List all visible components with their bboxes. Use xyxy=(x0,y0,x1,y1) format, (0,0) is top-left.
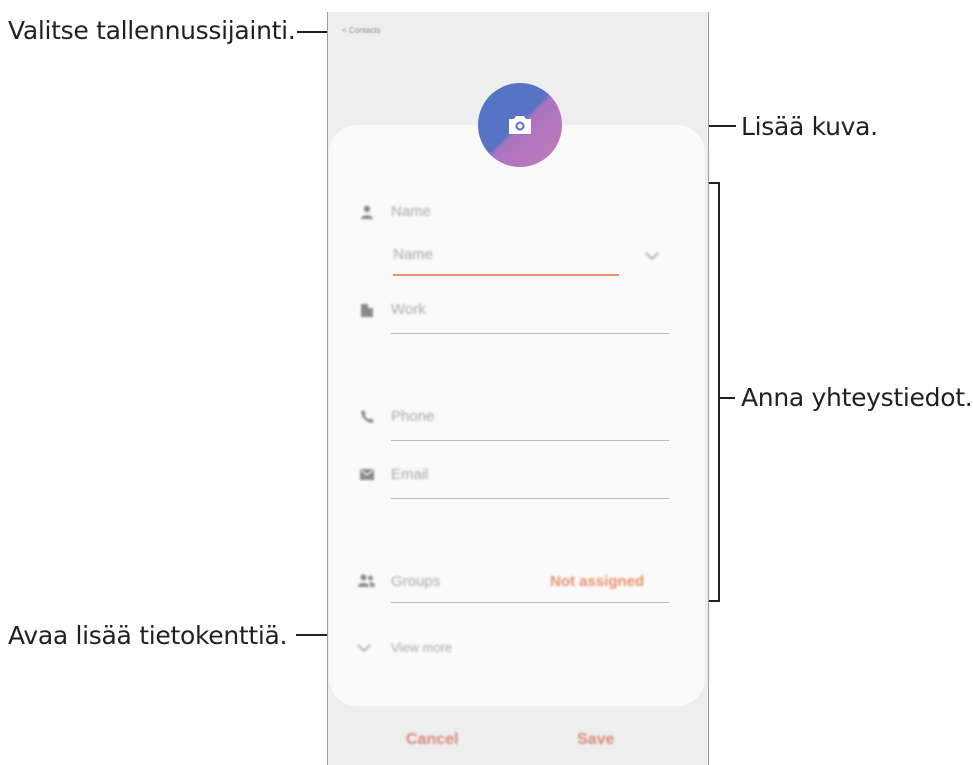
work-underline xyxy=(391,333,669,334)
groups-underline xyxy=(391,602,669,603)
phone-underline xyxy=(391,440,669,441)
group-icon xyxy=(358,574,375,587)
email-underline xyxy=(391,498,669,499)
phone-icon xyxy=(361,410,374,423)
phone-screen: < Contacts Name Name Work Phone Email Gr… xyxy=(327,12,709,765)
chevron-down-icon[interactable] xyxy=(645,252,659,261)
camera-icon xyxy=(509,116,531,134)
save-button[interactable]: Save xyxy=(577,731,614,749)
callout-enter-info: Anna yhteystiedot. xyxy=(741,383,973,412)
callout-storage-location: Valitse tallennussijainti. xyxy=(8,16,296,45)
groups-value[interactable]: Not assigned xyxy=(550,573,644,590)
name-label: Name xyxy=(391,203,432,220)
callout-bracket-vertical xyxy=(718,182,720,602)
work-field[interactable]: Work xyxy=(391,301,426,318)
view-more-button[interactable]: View more xyxy=(391,640,452,655)
callout-add-photo: Lisää kuva. xyxy=(741,112,878,141)
storage-location-selector[interactable]: < Contacts xyxy=(342,26,380,35)
chevron-down-icon[interactable] xyxy=(357,644,371,653)
building-icon xyxy=(361,304,373,317)
name-input-underline xyxy=(393,274,619,276)
name-input[interactable]: Name xyxy=(393,246,433,263)
callout-bracket-tick xyxy=(718,397,735,399)
phone-field[interactable]: Phone xyxy=(391,408,434,425)
person-icon xyxy=(361,205,373,219)
callout-more-fields: Avaa lisää tietokenttiä. xyxy=(8,621,288,650)
contact-form-card: Name Name Work Phone Email Groups Not as… xyxy=(329,125,705,706)
groups-label[interactable]: Groups xyxy=(391,573,440,590)
cancel-button[interactable]: Cancel xyxy=(406,731,458,749)
add-photo-button[interactable] xyxy=(478,83,562,167)
email-icon xyxy=(360,469,374,480)
email-field[interactable]: Email xyxy=(391,466,429,483)
